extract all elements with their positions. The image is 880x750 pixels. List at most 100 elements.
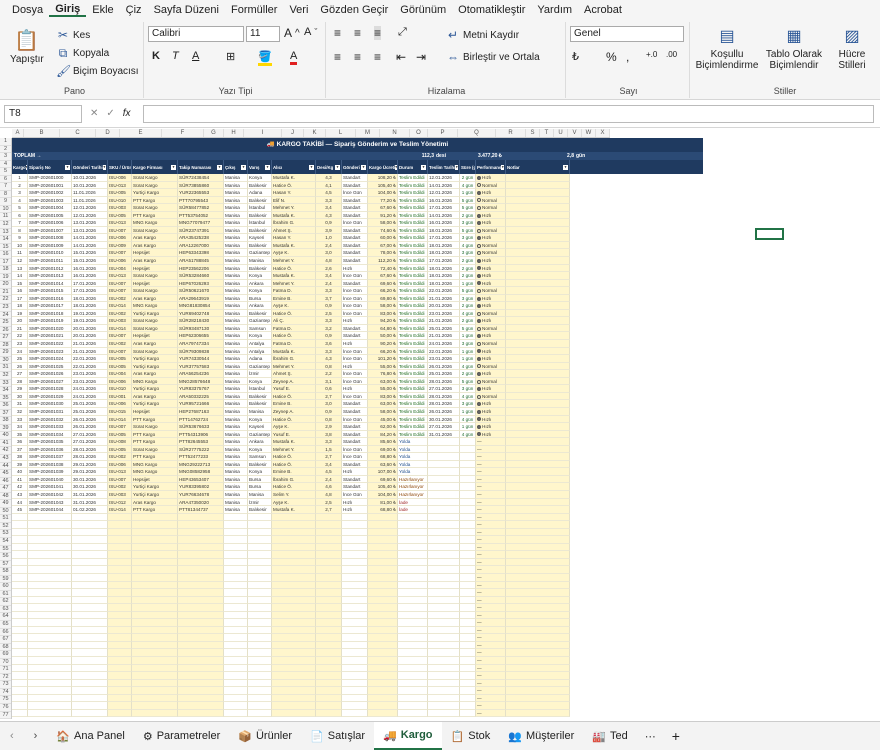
row-header[interactable]: 20 — [0, 281, 11, 289]
empty-row[interactable]: — — [12, 536, 703, 544]
table-cell[interactable] — [248, 672, 272, 680]
table-cell[interactable]: 24.01.2026 — [428, 340, 460, 348]
table-cell[interactable]: 2 gün — [460, 264, 476, 273]
table-cell[interactable]: 23.01.2026 — [72, 370, 108, 378]
table-cell[interactable] — [398, 543, 428, 552]
table-cell[interactable]: Hatice Ö. — [272, 332, 316, 341]
table-cell[interactable]: Hepsijet — [132, 332, 178, 341]
table-cell[interactable]: Yurtiçi Kargo — [132, 385, 178, 393]
table-cell[interactable]: 31 — [12, 400, 28, 408]
table-cell[interactable] — [72, 634, 108, 642]
column-header[interactable]: O — [410, 129, 428, 137]
table-cell[interactable]: 27.01.2026 — [72, 438, 108, 446]
table-cell[interactable]: ISU-002 — [108, 294, 132, 303]
table-cell[interactable]: Gaziantep — [248, 317, 272, 325]
table-cell[interactable]: 3 gün — [460, 219, 476, 227]
table-cell[interactable]: Yurtiçi Kargo — [132, 189, 178, 197]
table-cell[interactable] — [506, 558, 570, 567]
table-cell[interactable] — [342, 626, 368, 635]
table-cell[interactable]: Manisa — [224, 219, 248, 227]
table-cell[interactable]: — — [476, 483, 506, 491]
table-cell[interactable]: Mustafa K. — [272, 174, 316, 182]
table-cell[interactable]: Balıkesir — [248, 226, 272, 235]
table-cell[interactable]: — — [476, 702, 506, 710]
table-cell[interactable]: 104,00 ₺ — [368, 189, 398, 197]
table-cell[interactable]: Normal — [476, 362, 506, 371]
table-row[interactable]: 12 SMP-202601011 15.01.2026 ISU-006 Aras Kar… — [12, 257, 703, 265]
table-cell[interactable]: ISU-013 — [108, 219, 132, 227]
table-cell[interactable]: — — [476, 551, 506, 559]
table-cell[interactable]: ARA12267000 — [178, 241, 224, 250]
table-cell[interactable] — [398, 657, 428, 665]
table-cell[interactable]: SMP-202601042 — [28, 490, 72, 499]
table-cell[interactable] — [272, 528, 316, 537]
notes-cell[interactable] — [506, 347, 570, 356]
table-cell[interactable]: ARA35425238 — [178, 234, 224, 242]
row-header[interactable]: 51 — [0, 515, 11, 523]
table-cell[interactable]: 1 gün — [460, 423, 476, 431]
table-row[interactable]: 36 SMP-202601035 27.01.2026 ISU-008 PTT Karg… — [12, 438, 703, 446]
table-cell[interactable]: ISU-008 — [108, 438, 132, 446]
table-cell[interactable]: — — [476, 506, 506, 514]
table-cell[interactable] — [460, 619, 476, 627]
table-cell[interactable]: Teslim Edildi — [398, 174, 428, 182]
row-header[interactable]: 13 — [0, 229, 11, 237]
row-header[interactable]: 12 — [0, 221, 11, 229]
table-cell[interactable]: 5 gün — [460, 324, 476, 333]
tab-0[interactable]: 🏠 Ana Panel — [47, 722, 133, 750]
table-cell[interactable]: ARA50332225 — [178, 392, 224, 401]
table-cell[interactable] — [72, 664, 108, 673]
table-cell[interactable] — [342, 641, 368, 650]
table-cell[interactable] — [460, 521, 476, 529]
table-cell[interactable]: Gaziantep — [248, 249, 272, 258]
table-cell[interactable]: — — [476, 679, 506, 688]
table-cell[interactable]: Sürat Kargo — [132, 174, 178, 182]
table-cell[interactable]: ARA79747334 — [178, 340, 224, 348]
table-cell[interactable] — [132, 634, 178, 642]
table-cell[interactable]: — — [476, 475, 506, 484]
table-cell[interactable] — [316, 521, 342, 529]
table-cell[interactable] — [368, 634, 398, 642]
table-cell[interactable] — [368, 536, 398, 544]
row-header[interactable]: 1 — [0, 138, 11, 146]
table-cell[interactable] — [368, 687, 398, 695]
table-cell[interactable]: Sürat Kargo — [132, 181, 178, 190]
column-header[interactable]: X — [596, 129, 610, 137]
table-cell[interactable] — [428, 453, 460, 461]
table-cell[interactable]: 69,60 ₺ — [368, 279, 398, 288]
table-cell[interactable]: 15.01.2026 — [72, 249, 108, 258]
table-cell[interactable]: 4,8 — [316, 257, 342, 265]
table-cell[interactable]: — — [476, 453, 506, 461]
table-cell[interactable]: Hızlı — [342, 362, 368, 371]
table-cell[interactable]: Manisa — [224, 362, 248, 371]
row-header[interactable]: 29 — [0, 349, 11, 357]
table-cell[interactable] — [428, 626, 460, 635]
notes-cell[interactable] — [506, 438, 570, 446]
table-cell[interactable]: Ayşe K. — [272, 423, 316, 431]
table-cell[interactable]: Manisa — [248, 490, 272, 499]
name-box[interactable]: T8 — [4, 104, 82, 123]
table-cell[interactable] — [12, 566, 28, 574]
notes-cell[interactable] — [506, 490, 570, 499]
table-cell[interactable]: Hatice Ö. — [272, 483, 316, 491]
table-row[interactable]: 29 SMP-202601028 24.01.2026 ISU-010 Yurtiçi … — [12, 385, 703, 393]
cancel-icon[interactable]: ✕ — [90, 108, 98, 119]
table-cell[interactable]: 44 — [12, 498, 28, 507]
table-cell[interactable] — [342, 581, 368, 590]
table-cell[interactable]: Hızlı — [342, 340, 368, 348]
table-cell[interactable]: SÜR27775222 — [178, 445, 224, 454]
filter-dropdown-icon[interactable]: ▾ — [421, 164, 426, 170]
row-header[interactable]: 56 — [0, 553, 11, 561]
table-cell[interactable]: MNG28576648 — [178, 377, 224, 386]
table-cell[interactable]: Manisa — [224, 506, 248, 514]
tab-7[interactable]: 🏭 Ted — [583, 722, 636, 750]
menu-item[interactable]: Otomatikleştir — [452, 4, 531, 16]
table-cell[interactable] — [368, 672, 398, 680]
table-cell[interactable]: Manisa — [224, 445, 248, 454]
notes-cell[interactable] — [506, 377, 570, 386]
empty-row[interactable]: — — [12, 634, 703, 642]
table-cell[interactable] — [178, 709, 224, 718]
table-cell[interactable] — [506, 536, 570, 544]
table-cell[interactable]: 76,80 ₺ — [368, 370, 398, 378]
row-header[interactable]: 7 — [0, 183, 11, 191]
